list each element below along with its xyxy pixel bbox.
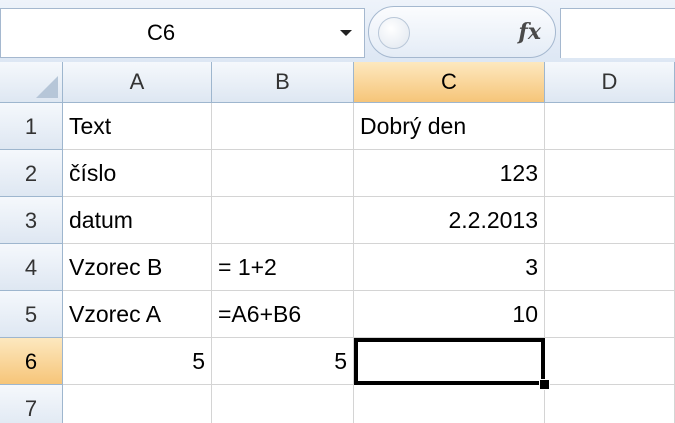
chevron-down-icon[interactable]: [334, 9, 358, 57]
fill-handle[interactable]: [539, 379, 550, 390]
spreadsheet-grid: A B C D 1 2 3 4 5 6 7 Text Dobrý den čís…: [0, 62, 675, 423]
cell-a4[interactable]: Vzorec B: [63, 244, 212, 291]
column-header-b[interactable]: B: [212, 62, 354, 103]
cell-d3[interactable]: [545, 197, 675, 244]
row-header-7[interactable]: 7: [0, 385, 63, 423]
insert-function-button[interactable]: fx: [518, 7, 541, 57]
name-box[interactable]: C6: [0, 8, 365, 58]
cell-a2[interactable]: číslo: [63, 150, 212, 197]
select-all-triangle-icon: [36, 76, 58, 98]
row-header-2[interactable]: 2: [0, 150, 63, 197]
cell-d7[interactable]: [545, 385, 675, 423]
row-header-1[interactable]: 1: [0, 103, 63, 150]
column-header-a[interactable]: A: [63, 62, 212, 103]
cell-d6[interactable]: [545, 338, 675, 385]
cell-c7[interactable]: [354, 385, 545, 423]
row-header-6[interactable]: 6: [0, 338, 63, 385]
cell-b6[interactable]: 5: [212, 338, 354, 385]
cell-c4[interactable]: 3: [354, 244, 545, 291]
cell-b2[interactable]: [212, 150, 354, 197]
cell-d2[interactable]: [545, 150, 675, 197]
cell-a1[interactable]: Text: [63, 103, 212, 150]
cell-a6[interactable]: 5: [63, 338, 212, 385]
cell-b1[interactable]: [212, 103, 354, 150]
column-header-d[interactable]: D: [545, 62, 675, 103]
cell-c1[interactable]: Dobrý den: [354, 103, 545, 150]
cell-c5[interactable]: 10: [354, 291, 545, 338]
insert-function-control: fx: [368, 6, 556, 58]
cell-d4[interactable]: [545, 244, 675, 291]
cell-a7[interactable]: [63, 385, 212, 423]
cell-b4[interactable]: = 1+2: [212, 244, 354, 291]
circle-knob-icon[interactable]: [378, 17, 410, 49]
cell-c3[interactable]: 2.2.2013: [354, 197, 545, 244]
cell-c2[interactable]: 123: [354, 150, 545, 197]
cell-d5[interactable]: [545, 291, 675, 338]
select-all-button[interactable]: [0, 62, 63, 103]
cell-a5[interactable]: Vzorec A: [63, 291, 212, 338]
name-box-value[interactable]: C6: [1, 9, 321, 57]
cell-d1[interactable]: [545, 103, 675, 150]
column-header-c[interactable]: C: [354, 62, 545, 103]
row-header-3[interactable]: 3: [0, 197, 63, 244]
row-header-4[interactable]: 4: [0, 244, 63, 291]
cell-b3[interactable]: [212, 197, 354, 244]
cell-b5[interactable]: =A6+B6: [212, 291, 354, 338]
cell-a3[interactable]: datum: [63, 197, 212, 244]
formula-bar: C6 fx: [0, 0, 675, 63]
row-header-5[interactable]: 5: [0, 291, 63, 338]
cell-b7[interactable]: [212, 385, 354, 423]
active-cell-c6[interactable]: [354, 338, 545, 385]
formula-input[interactable]: [560, 8, 675, 58]
